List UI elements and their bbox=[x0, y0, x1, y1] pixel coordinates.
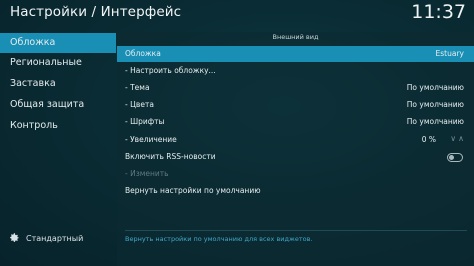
setting-label: - Цвета bbox=[125, 100, 154, 109]
divider bbox=[125, 230, 467, 231]
header: Настройки / Интерфейс 11:37 bbox=[0, 0, 474, 28]
sidebar-item-control[interactable]: Контроль bbox=[0, 116, 116, 136]
setting-value: 0 % bbox=[421, 135, 436, 144]
setting-value: Estuary bbox=[435, 49, 464, 58]
setting-label: - Изменить bbox=[125, 169, 169, 178]
setting-theme[interactable]: - Тема По умолчанию bbox=[117, 80, 474, 96]
sidebar-item-skin[interactable]: Обложка bbox=[0, 33, 116, 53]
setting-rss[interactable]: Включить RSS-новости bbox=[117, 149, 474, 165]
setting-colors[interactable]: - Цвета По умолчанию bbox=[117, 97, 474, 113]
setting-label: Обложка bbox=[125, 49, 161, 58]
rss-toggle[interactable] bbox=[447, 153, 463, 162]
sidebar-item-screensaver[interactable]: Заставка bbox=[0, 74, 116, 94]
section-title: Внешний вид bbox=[272, 33, 319, 41]
setting-fonts[interactable]: - Шрифты По умолчанию bbox=[117, 114, 474, 130]
zoom-spinner[interactable]: ∨ ∧ bbox=[450, 134, 464, 143]
sidebar-item-master-lock[interactable]: Общая защита bbox=[0, 95, 116, 115]
setting-label: Вернуть настройки по умолчанию bbox=[125, 186, 261, 195]
page-title: Настройки / Интерфейс bbox=[10, 4, 182, 20]
setting-configure-skin[interactable]: - Настроить обложку... bbox=[117, 63, 474, 79]
setting-rss-edit: - Изменить bbox=[117, 166, 474, 182]
setting-label: - Настроить обложку... bbox=[125, 66, 216, 75]
gear-icon bbox=[8, 232, 20, 244]
setting-reset-defaults[interactable]: Вернуть настройки по умолчанию bbox=[117, 183, 474, 199]
setting-label: Включить RSS-новости bbox=[125, 152, 216, 161]
setting-zoom[interactable]: - Увеличение 0 % ∨ ∧ bbox=[117, 132, 474, 148]
chevron-down-icon[interactable]: ∨ bbox=[450, 134, 456, 143]
toggle-knob bbox=[449, 155, 454, 160]
setting-label: - Шрифты bbox=[125, 117, 165, 126]
settings-level-label: Стандартный bbox=[26, 233, 84, 243]
setting-skin[interactable]: Обложка Estuary bbox=[117, 46, 474, 62]
chevron-up-icon[interactable]: ∧ bbox=[458, 134, 464, 143]
sidebar: Обложка Региональные Заставка Общая защи… bbox=[0, 32, 116, 266]
help-text: Вернуть настройки по умолчанию для всех … bbox=[125, 235, 313, 243]
setting-value: По умолчанию bbox=[406, 117, 464, 126]
setting-value: По умолчанию bbox=[406, 100, 464, 109]
settings-level-button[interactable]: Стандартный bbox=[8, 232, 83, 244]
setting-label: - Увеличение bbox=[125, 135, 177, 144]
clock: 11:37 bbox=[411, 1, 466, 23]
sidebar-item-regional[interactable]: Региональные bbox=[0, 53, 116, 73]
setting-label: - Тема bbox=[125, 83, 150, 92]
setting-value: По умолчанию bbox=[406, 83, 464, 92]
settings-panel: Внешний вид Обложка Estuary - Настроить … bbox=[117, 32, 474, 266]
